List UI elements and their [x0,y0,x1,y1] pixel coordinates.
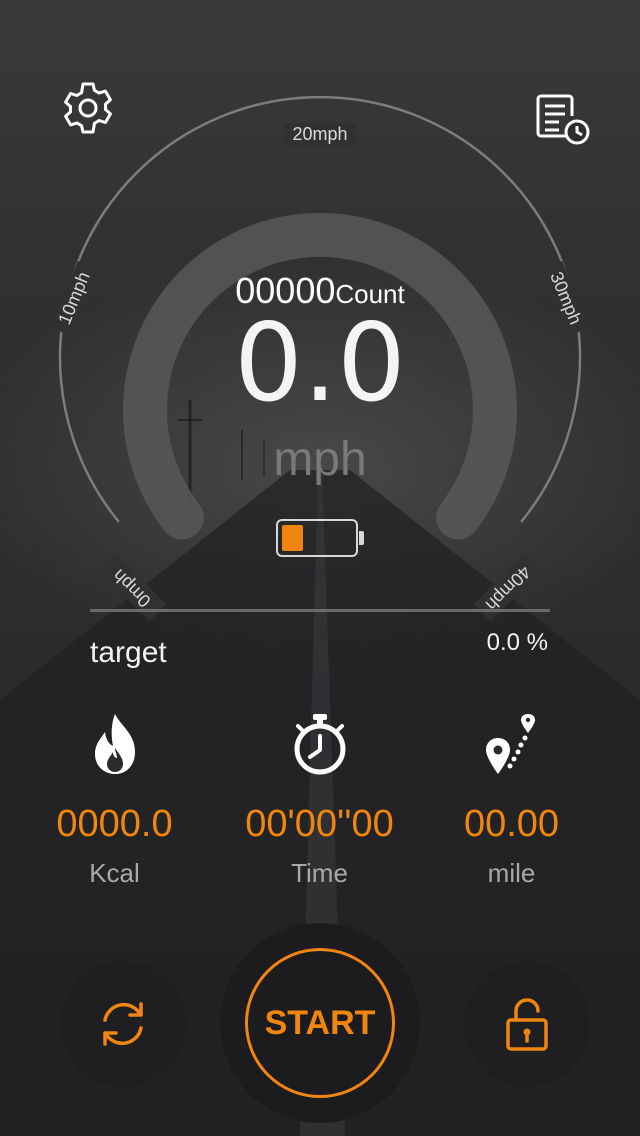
target-percent: 0.0 % [486,629,548,656]
battery-level-fill [282,525,303,551]
gauge-tick-label: 20mph [292,124,347,144]
flame-icon [94,714,135,774]
target-progress-bar [90,609,550,612]
time-label: Time [291,858,348,888]
stopwatch-icon [294,714,345,775]
calories-stat: 0000.0 Kcal [8,700,221,888]
distance-stat: 00.00 mile [405,700,618,888]
speed-unit: mph [273,433,367,486]
calories-label: Kcal [89,858,140,888]
route-pin-icon [485,714,535,774]
start-button-label[interactable]: START [245,948,395,1098]
refresh-icon [103,1002,143,1046]
unlock-icon [506,998,548,1051]
target-label[interactable]: target [90,636,167,670]
calories-value: 0000.0 [56,803,173,845]
battery-indicator [276,519,358,557]
speed-value: 0.0 [234,301,406,426]
distance-label: mile [487,858,536,888]
time-stat: 00'00''00 Time [213,700,426,888]
battery-cap [359,531,364,545]
reset-button[interactable] [60,961,186,1087]
distance-value: 00.00 [463,803,560,845]
time-value: 00'00''00 [245,803,394,845]
lock-button[interactable] [464,961,590,1087]
start-button[interactable]: START [220,923,420,1123]
